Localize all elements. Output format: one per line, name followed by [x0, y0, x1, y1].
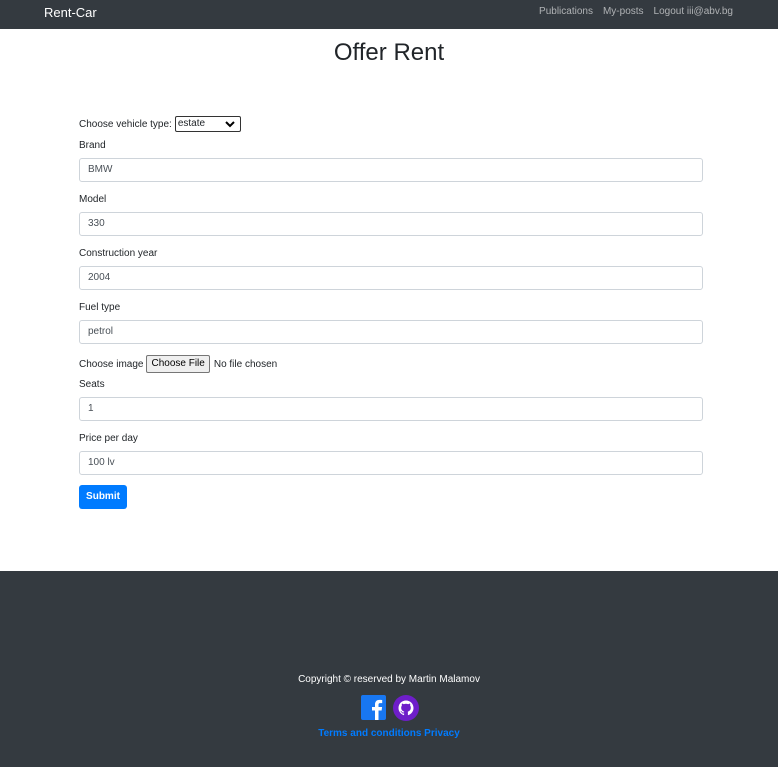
social-links [361, 695, 419, 721]
brand-logo[interactable]: Rent-Car [44, 5, 97, 21]
vehicle-type-selected: estate [177, 118, 206, 129]
copyright-text: Copyright © reserved by Martin Malamov [298, 674, 480, 685]
model-input[interactable]: 330 [79, 212, 703, 236]
construction-year-input[interactable]: 2004 [79, 266, 703, 290]
vehicle-type-row: Choose vehicle type: estate [79, 116, 703, 132]
price-per-day-input[interactable]: 100 lv [79, 451, 703, 475]
privacy-link[interactable]: Privacy [424, 728, 460, 739]
offer-rent-form: Choose vehicle type: estate Brand BMW Mo… [79, 116, 703, 509]
github-icon[interactable] [393, 695, 419, 721]
footer-links: Terms and conditions Privacy [0, 728, 778, 740]
model-label: Model [79, 194, 107, 205]
choose-file-button[interactable]: Choose File [146, 355, 210, 373]
brand-input[interactable]: BMW [79, 158, 703, 182]
terms-link[interactable]: Terms and conditions [318, 728, 421, 739]
footer: Copyright © reserved by Martin Malamov T… [0, 571, 778, 767]
nav-link-publications[interactable]: Publications [539, 6, 593, 18]
facebook-icon[interactable] [361, 695, 386, 720]
nav-link-logout[interactable]: Logout iii@abv.bg [654, 6, 733, 18]
choose-image-label: Choose image [79, 358, 144, 370]
vehicle-type-select[interactable]: estate [174, 116, 241, 132]
nav-links: Publications My-posts Logout iii@abv.bg [539, 6, 733, 18]
chevron-down-icon [225, 121, 235, 128]
price-per-day-label: Price per day [79, 433, 138, 444]
nav-link-my-posts[interactable]: My-posts [603, 6, 644, 18]
file-status-text: No file chosen [213, 358, 278, 370]
submit-wrap: Submit [79, 485, 703, 509]
construction-year-label: Construction year [79, 248, 158, 259]
fuel-type-input[interactable]: petrol [79, 320, 703, 344]
fuel-type-label: Fuel type [79, 302, 121, 313]
brand-label: Brand [79, 140, 106, 151]
vehicle-type-label: Choose vehicle type: [79, 118, 172, 130]
seats-label: Seats [79, 379, 105, 390]
seats-input[interactable]: 1 [79, 397, 703, 421]
image-upload-row: Choose image Choose File No file chosen [79, 354, 703, 374]
top-navbar: Rent-Car Publications My-posts Logout ii… [0, 0, 778, 29]
submit-button[interactable]: Submit [79, 485, 127, 509]
page-title: Offer Rent [333, 39, 445, 66]
